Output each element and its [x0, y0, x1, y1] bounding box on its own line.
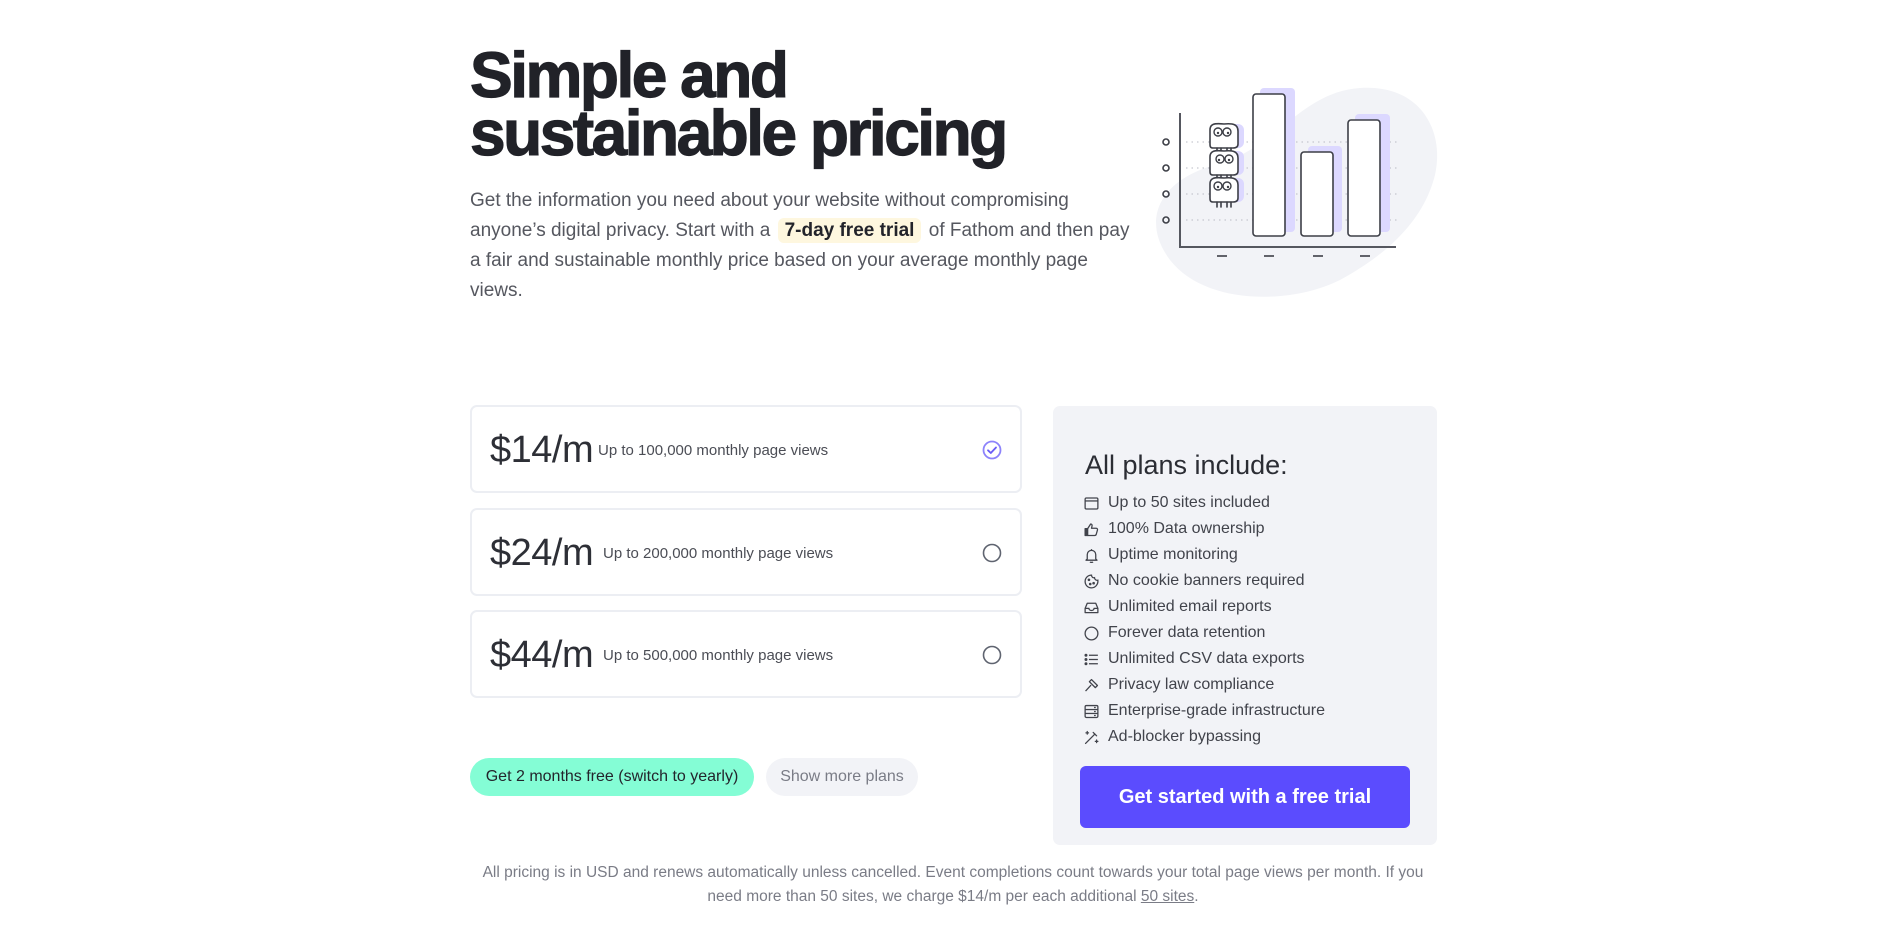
monster-stack [1209, 122, 1244, 208]
plan-description: Up to 200,000 monthly page views [603, 545, 834, 562]
monster-character [1209, 122, 1244, 154]
plan-card-44[interactable]: $44/m Up to 500,000 monthly page views [470, 610, 1022, 698]
circle-icon [1084, 625, 1099, 641]
cookie-icon [1084, 573, 1099, 589]
feature-item: Up to 50 sites included [1083, 490, 1325, 516]
feature-label: Enterprise-grade infrastructure [1108, 702, 1325, 719]
plan-card-24[interactable]: $24/m Up to 200,000 monthly page views [470, 508, 1022, 596]
footnote-text: All pricing is in USD and renews automat… [482, 864, 1424, 905]
bar-chart-illustration [1156, 87, 1438, 297]
feature-item: 100% Data ownership [1083, 516, 1325, 542]
chart-bar-3 [1347, 119, 1381, 237]
radio-empty-icon[interactable] [982, 543, 1002, 563]
page-title-line-2: sustainable pricing [469, 97, 1008, 169]
feature-label: Uptime monitoring [1108, 546, 1238, 563]
bell-icon [1085, 548, 1098, 563]
plan-card-14[interactable]: $14/m Up to 100,000 monthly page views [470, 405, 1022, 493]
gavel-icon [1085, 678, 1099, 691]
chart-bar-2 [1300, 151, 1334, 237]
illustration-blob [1156, 87, 1438, 297]
pricing-footnote: All pricing is in USD and renews automat… [470, 861, 1436, 909]
feature-label: Unlimited email reports [1108, 598, 1272, 615]
feature-item: Forever data retention [1083, 620, 1325, 646]
show-more-plans-button[interactable]: Show more plans [766, 758, 918, 796]
feature-label: Privacy law compliance [1108, 676, 1275, 693]
browser-window-icon [1084, 496, 1099, 510]
features-panel: All plans include: Up to 50 sites includ… [1053, 406, 1437, 845]
feature-label: Up to 50 sites included [1108, 494, 1270, 511]
server-icon [1084, 704, 1099, 718]
feature-label: No cookie banners required [1108, 572, 1305, 589]
features-title: All plans include: [1085, 450, 1288, 480]
feature-item: Privacy law compliance [1083, 672, 1325, 698]
feature-item: Unlimited email reports [1083, 594, 1325, 620]
magic-wand-icon [1084, 730, 1099, 744]
list-icon [1084, 653, 1098, 665]
feature-label: Forever data retention [1108, 624, 1266, 641]
inbox-icon [1084, 602, 1099, 613]
feature-label: Ad-blocker bypassing [1108, 728, 1261, 745]
radio-empty-icon[interactable] [982, 645, 1002, 665]
switch-to-yearly-button[interactable]: Get 2 months free (switch to yearly) [470, 758, 754, 796]
plan-description: Up to 100,000 monthly page views [598, 442, 829, 459]
get-started-button[interactable]: Get started with a free trial [1080, 766, 1410, 828]
footnote-end: . [1194, 888, 1199, 905]
check-circle-icon[interactable] [982, 440, 1002, 460]
page-title: Simple and sustainable pricing [469, 42, 1008, 165]
plan-price: $44/m [490, 634, 594, 676]
feature-item: Uptime monitoring [1083, 542, 1325, 568]
feature-item: Enterprise-grade infrastructure [1083, 698, 1325, 724]
feature-label: 100% Data ownership [1108, 520, 1265, 537]
features-list: Up to 50 sites included 100% Data owners… [1083, 490, 1325, 750]
feature-item: No cookie banners required [1083, 568, 1325, 594]
feature-item: Unlimited CSV data exports [1083, 646, 1325, 672]
additional-sites-link[interactable]: 50 sites [1141, 888, 1194, 905]
feature-item: Ad-blocker bypassing [1083, 724, 1325, 750]
free-trial-highlight: 7-day free trial [777, 218, 922, 243]
chart-bar-1 [1252, 93, 1286, 237]
thumbs-up-icon [1084, 522, 1099, 536]
plan-description: Up to 500,000 monthly page views [603, 647, 834, 664]
plan-price: $24/m [490, 532, 594, 574]
plan-price: $14/m [490, 429, 594, 471]
intro-paragraph: Get the information you need about your … [470, 186, 1130, 306]
feature-label: Unlimited CSV data exports [1108, 650, 1305, 667]
